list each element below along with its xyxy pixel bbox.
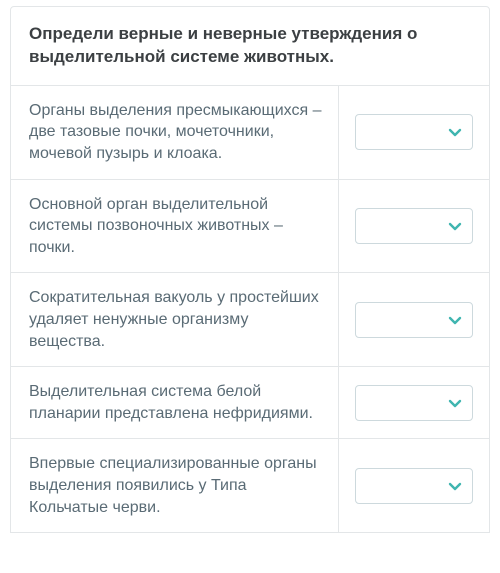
table-row: Органы выделения пресмыкающихся – две та… (11, 86, 489, 180)
table-row: Основной орган выделительной системы поз… (11, 180, 489, 274)
answer-cell (339, 86, 489, 179)
statement-text: Впервые специализированные органы выделе… (11, 439, 339, 532)
chevron-down-icon (448, 479, 462, 493)
answer-dropdown[interactable] (355, 385, 473, 421)
table-row: Выделительная система белой планарии пре… (11, 367, 489, 439)
question-card: Определи верные и неверные утверждения о… (10, 6, 490, 533)
answer-dropdown[interactable] (355, 302, 473, 338)
statement-text: Выделительная система белой планарии пре… (11, 367, 339, 438)
chevron-down-icon (448, 313, 462, 327)
answer-dropdown[interactable] (355, 208, 473, 244)
answer-cell (339, 273, 489, 366)
answer-dropdown[interactable] (355, 114, 473, 150)
chevron-down-icon (448, 396, 462, 410)
statement-text: Сократительная вакуоль у простейших удал… (11, 273, 339, 366)
chevron-down-icon (448, 125, 462, 139)
answer-dropdown[interactable] (355, 468, 473, 504)
table-row: Сократительная вакуоль у простейших удал… (11, 273, 489, 367)
table-row: Впервые специализированные органы выделе… (11, 439, 489, 532)
answer-cell (339, 367, 489, 438)
question-title: Определи верные и неверные утверждения о… (29, 23, 471, 69)
answer-cell (339, 439, 489, 532)
chevron-down-icon (448, 219, 462, 233)
statement-text: Органы выделения пресмыкающихся – две та… (11, 86, 339, 179)
question-header: Определи верные и неверные утверждения о… (11, 7, 489, 86)
statement-text: Основной орган выделительной системы поз… (11, 180, 339, 273)
answer-cell (339, 180, 489, 273)
